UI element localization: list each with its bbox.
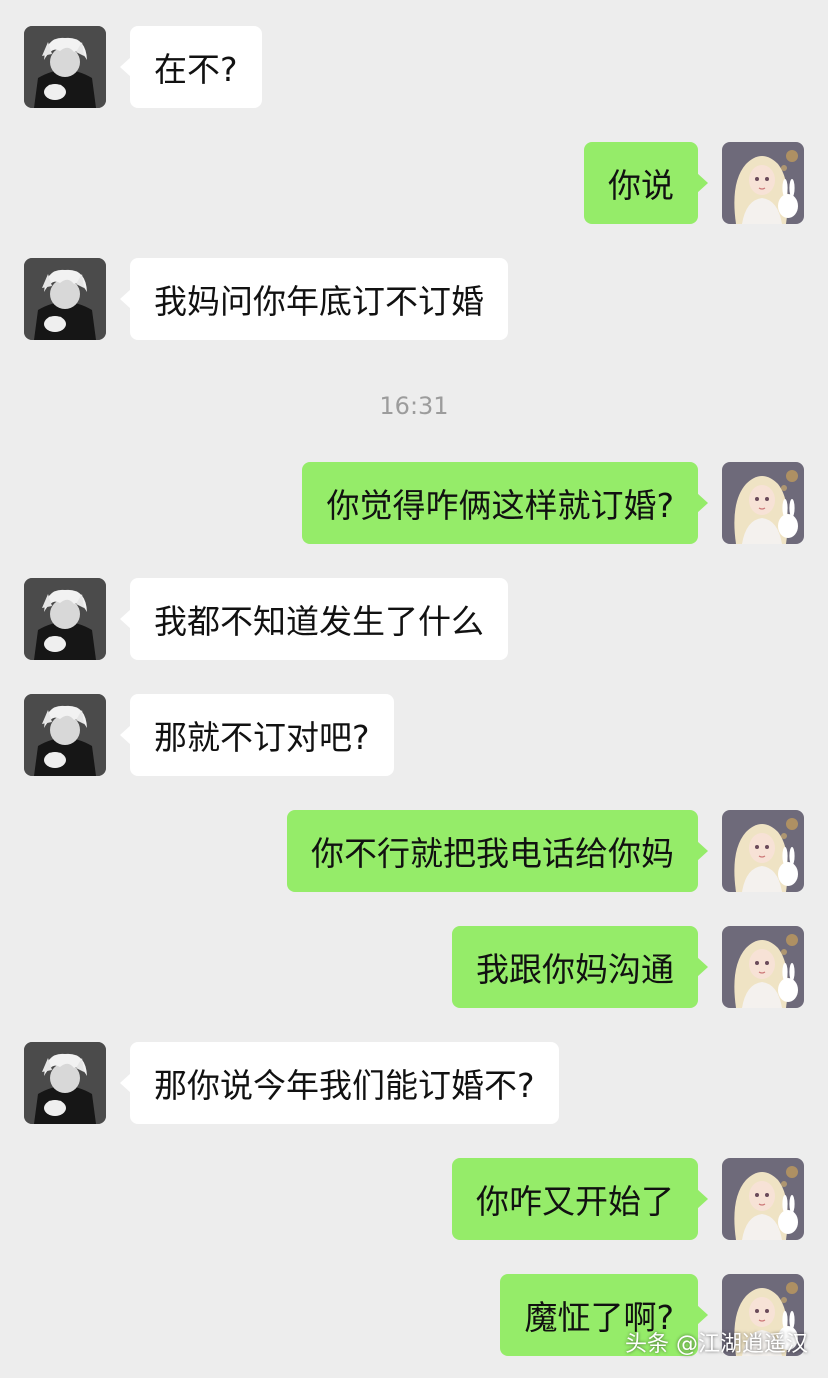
contact-avatar-icon[interactable] [24,26,106,108]
contact-avatar-icon[interactable] [24,258,106,340]
incoming-message[interactable]: 那就不订对吧? [120,694,394,776]
self-avatar-icon[interactable] [722,926,804,1008]
self-avatar-icon[interactable] [722,1158,804,1240]
outgoing-message[interactable]: 你咋又开始了 [452,1158,708,1240]
watermark: 头条 @江湖逍遥汉 [625,1332,808,1357]
outgoing-message[interactable]: 我跟你妈沟通 [452,926,708,1008]
outgoing-message[interactable]: 你觉得咋俩这样就订婚? [302,462,708,544]
outgoing-message[interactable]: 你不行就把我电话给你妈 [287,810,708,892]
incoming-message[interactable]: 我都不知道发生了什么 [120,578,508,660]
incoming-message[interactable]: 在不? [120,26,262,108]
incoming-message[interactable]: 我妈问你年底订不订婚 [120,258,508,340]
incoming-message[interactable]: 那你说今年我们能订婚不? [120,1042,559,1124]
contact-avatar-icon[interactable] [24,1042,106,1124]
contact-avatar-icon[interactable] [24,694,106,776]
message-timestamp: 16:31 [379,392,449,420]
contact-avatar-icon[interactable] [24,578,106,660]
outgoing-message[interactable]: 你说 [584,142,708,224]
self-avatar-icon[interactable] [722,142,804,224]
self-avatar-icon[interactable] [722,462,804,544]
chat-window: 在不? 你说 我妈问你年底订不订婚 16:31 你觉得咋俩这样就订婚? 我都不知… [0,0,828,1378]
self-avatar-icon[interactable] [722,810,804,892]
